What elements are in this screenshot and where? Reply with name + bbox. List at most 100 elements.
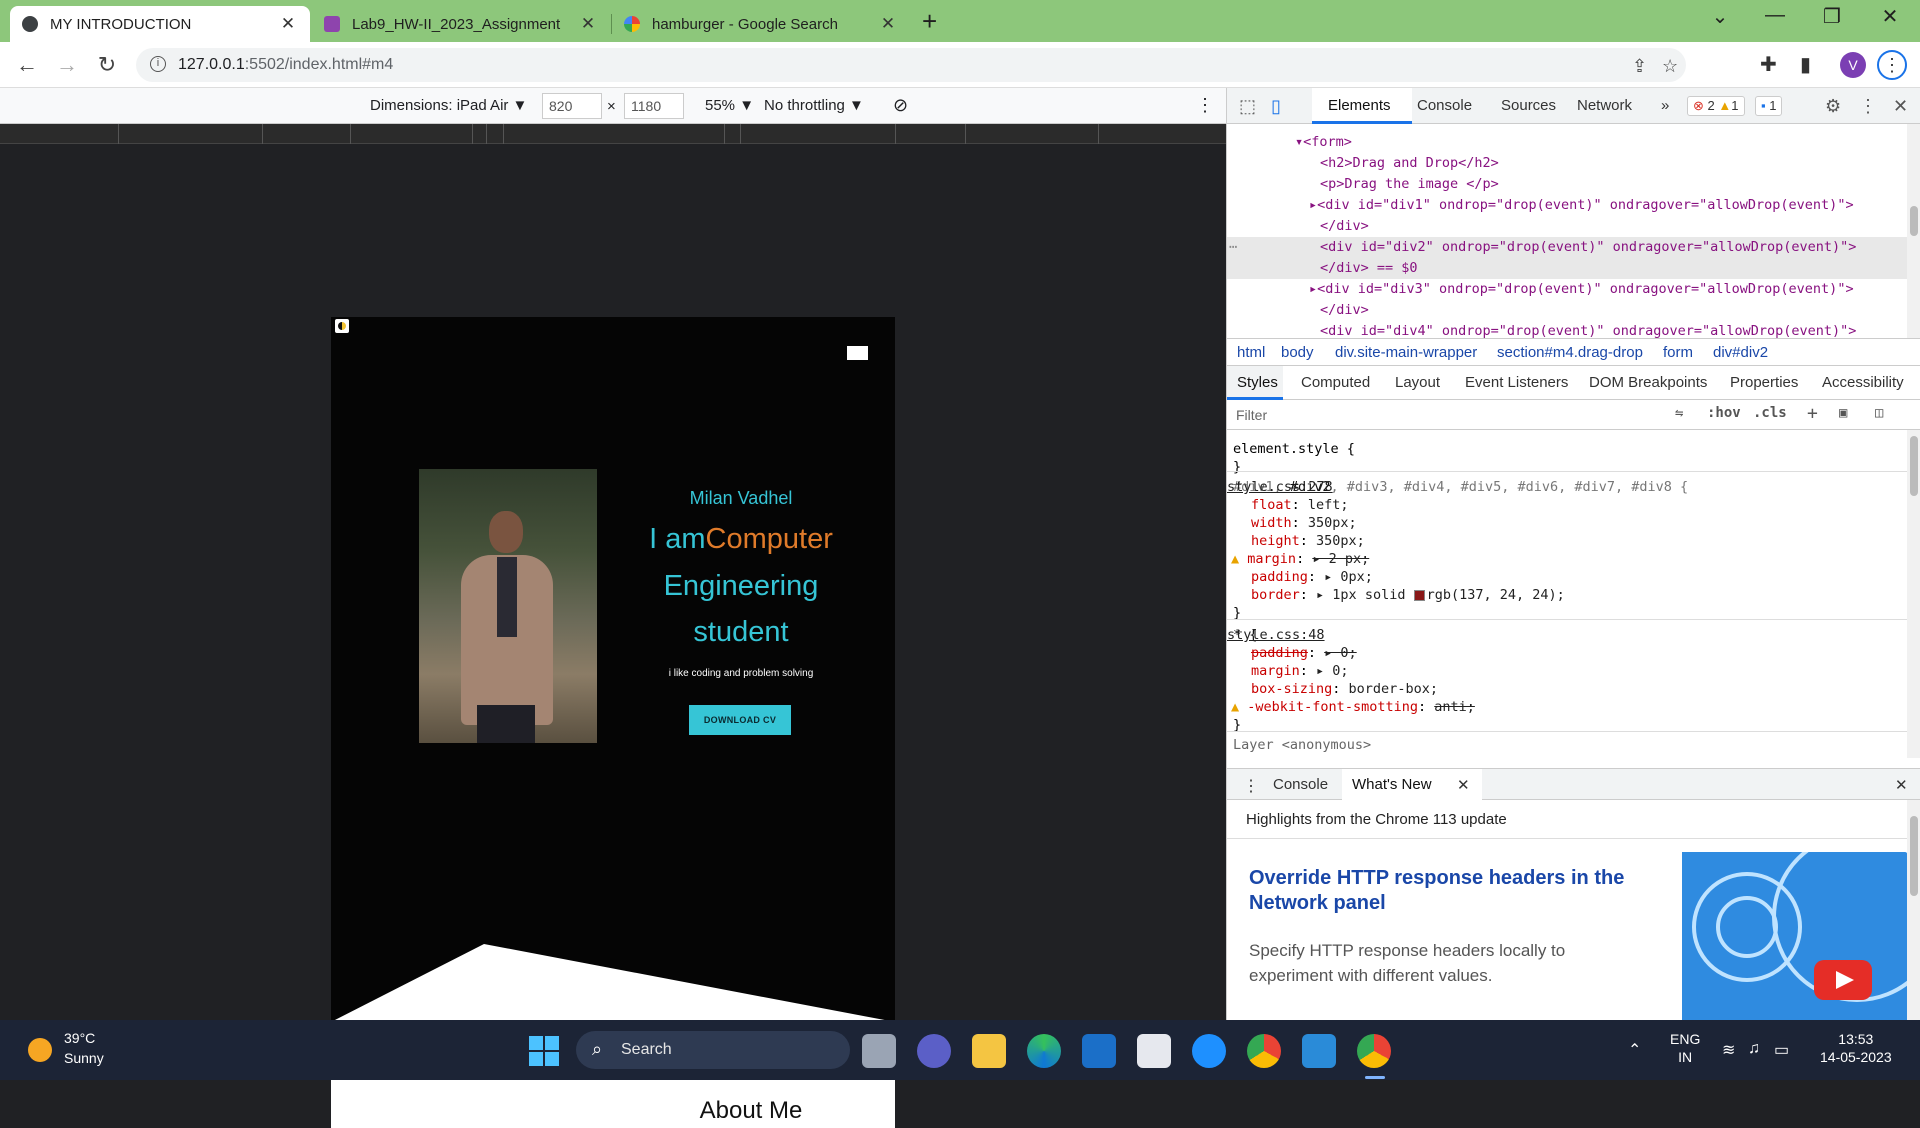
weather-sun-icon[interactable] [28,1038,52,1062]
tab-hamburger-search[interactable]: hamburger - Google Search ✕ [612,6,910,42]
media-query-ruler[interactable] [0,124,1226,144]
computed-styles-icon[interactable]: ▣ [1839,405,1847,421]
new-rule-icon[interactable]: + [1807,403,1818,424]
rule2-source-link[interactable]: style.css:48 [1227,626,1325,644]
back-button[interactable]: ← [12,50,42,80]
dimensions-dropdown[interactable]: Dimensions: iPad Air ▼ [370,97,527,114]
device-toggle-icon[interactable]: ▯ [1271,96,1281,117]
taskbar-search[interactable]: ⌕ Search [576,1031,850,1069]
tab-elements[interactable]: Elements [1328,97,1391,114]
close-tab-icon[interactable]: ✕ [578,14,598,34]
breadcrumb-html[interactable]: html [1237,344,1265,361]
close-devtools-icon[interactable]: ✕ [1893,96,1908,117]
toggle-sidebar-icon[interactable]: ◫ [1875,405,1883,421]
style-prop-webkit-font[interactable]: ▲ -webkit-font-smotting: anti; [1231,698,1907,716]
tab-search-chevron-icon[interactable]: ⌄ [1700,4,1740,29]
style-prop-margin[interactable]: ▲ margin: ▸ 2 px; [1231,550,1907,568]
dom-node-form[interactable]: ▾<form> [1227,132,1907,153]
breadcrumb-wrapper[interactable]: div.site-main-wrapper [1335,344,1477,361]
drawer-tab-console[interactable]: Console [1273,776,1328,793]
close-window-button[interactable]: ✕ [1870,4,1910,29]
hamburger-menu-icon[interactable] [847,346,868,360]
tab-my-introduction[interactable]: MY INTRODUCTION ✕ [10,6,310,42]
weather-condition[interactable]: Sunny [64,1050,104,1066]
new-tab-button[interactable]: + [922,6,937,37]
zoom-dropdown[interactable]: 55% ▼ [705,97,754,114]
dom-scrollbar[interactable] [1907,124,1920,338]
subtab-accessibility[interactable]: Accessibility [1822,374,1904,391]
subtab-event-listeners[interactable]: Event Listeners [1465,374,1568,391]
subtab-dom-breakpoints[interactable]: DOM Breakpoints [1589,374,1707,391]
weather-temperature[interactable]: 39°C [64,1030,95,1046]
breadcrumb-div2[interactable]: div#div2 [1713,344,1768,361]
styles-filter-input[interactable]: Filter [1236,407,1267,423]
issues-badge[interactable]: ⊗ 2 ▲1 [1687,96,1745,116]
color-swatch[interactable] [1413,589,1425,601]
collapse-triangle-icon[interactable]: ▸ [1309,197,1317,213]
help-icon[interactable] [1192,1034,1226,1068]
universal-rule-selector[interactable]: * { [1233,626,1907,644]
myhp-icon[interactable] [1082,1034,1116,1068]
video-thumbnail[interactable] [1682,852,1907,1020]
youtube-play-icon[interactable] [1814,960,1872,1000]
system-clock[interactable]: 13:53 14-05-2023 [1820,1030,1892,1066]
collapse-triangle-icon[interactable]: ▸ [1309,281,1317,297]
chat-icon[interactable] [917,1034,951,1068]
file-explorer-icon[interactable] [972,1034,1006,1068]
style-prop-width[interactable]: width: 350px; [1251,514,1907,532]
drawer-tab-whats-new[interactable]: What's New [1352,776,1432,793]
style-prop-height[interactable]: height: 350px; [1251,532,1907,550]
dom-node-div1[interactable]: ▸<div id="div1" ondrop="drop(event)" ond… [1227,195,1907,216]
messages-badge[interactable]: ▪ 1 [1755,96,1783,116]
edge-icon[interactable] [1027,1034,1061,1068]
dom-node-div2-close[interactable]: </div> == $0 [1227,258,1907,279]
close-tab-icon[interactable]: ✕ [278,14,298,34]
dom-node-div3-close[interactable]: </div> [1227,300,1907,321]
dom-node-div1-close[interactable]: </div> [1227,216,1907,237]
restore-button[interactable]: ❐ [1812,4,1852,29]
style-prop-padding-overridden[interactable]: padding: ▸ 0; [1251,644,1907,662]
subtab-layout[interactable]: Layout [1395,374,1440,391]
breadcrumb-body[interactable]: body [1281,344,1314,361]
style-prop-margin-universal[interactable]: margin: ▸ 0; [1251,662,1907,680]
expand-triangle-icon[interactable]: ▾ [1295,134,1303,150]
forward-button[interactable]: → [52,50,82,80]
cls-toggle[interactable]: .cls [1753,405,1787,421]
side-panel-icon[interactable]: ▮ [1800,52,1811,77]
chrome-profile-icon[interactable] [1357,1034,1391,1068]
tab-console[interactable]: Console [1417,97,1472,114]
rule1-source-link[interactable]: style.css:278 [1227,478,1333,496]
hov-toggle[interactable]: :hov [1707,405,1741,421]
breadcrumb-form[interactable]: form [1663,344,1693,361]
style-prop-float[interactable]: float: left; [1251,496,1907,514]
close-whats-new-icon[interactable]: ✕ [1457,776,1470,794]
subtab-styles[interactable]: Styles [1237,374,1278,391]
tab-network[interactable]: Network [1577,97,1632,114]
language-indicator[interactable]: ENG IN [1670,1030,1700,1066]
element-style-rule[interactable]: element.style { [1233,440,1907,458]
dom-node-p[interactable]: <p>Drag the image </p> [1227,174,1907,195]
theme-toggle-icon[interactable] [335,319,349,333]
div-rule-selector[interactable]: #div1, #div2, #div3, #div4, #div5, #div6… [1233,478,1907,496]
device-height-input[interactable]: 1180 [624,93,684,119]
download-cv-button[interactable]: DOWNLOAD CV [689,705,791,735]
throttling-dropdown[interactable]: No throttling ▼ [764,97,864,114]
devtools-menu-icon[interactable]: ⋮ [1859,96,1877,117]
node-menu-icon[interactable]: ⋯ [1229,237,1237,258]
subtab-computed[interactable]: Computed [1301,374,1370,391]
extensions-puzzle-icon[interactable]: ✚ [1760,52,1777,77]
subtab-properties[interactable]: Properties [1730,374,1798,391]
volume-icon[interactable]: ♫ [1748,1040,1760,1058]
styles-scrollbar[interactable] [1907,430,1920,758]
windows-start-icon[interactable] [529,1036,559,1066]
toggle-rendering-icon[interactable]: ⇋ [1675,405,1683,421]
task-view-icon[interactable] [862,1034,896,1068]
device-more-icon[interactable]: ⋮ [1196,95,1214,116]
close-tab-icon[interactable]: ✕ [878,14,898,34]
close-drawer-icon[interactable]: ✕ [1895,776,1908,794]
minimize-button[interactable]: — [1755,4,1795,27]
device-width-input[interactable]: 820 [542,93,602,119]
share-icon[interactable]: ⇪ [1632,56,1647,77]
settings-gear-icon[interactable]: ⚙ [1825,96,1841,117]
dom-node-div2-selected[interactable]: ⋯ <div id="div2" ondrop="drop(event)" ond… [1227,237,1907,258]
